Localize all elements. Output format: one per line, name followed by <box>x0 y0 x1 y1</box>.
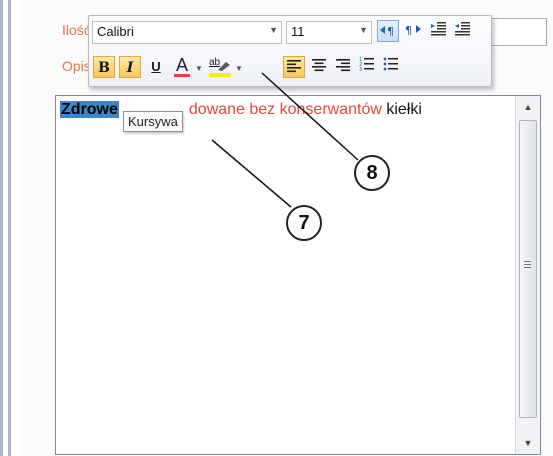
callout-7: 7 <box>286 205 322 241</box>
bullet-list-button[interactable] <box>380 56 402 78</box>
underline-button[interactable]: U <box>145 56 167 78</box>
align-left-button[interactable] <box>283 56 305 78</box>
decrease-indent-icon <box>455 22 470 36</box>
highlight-swatch <box>209 73 231 77</box>
align-right-button[interactable] <box>332 56 354 78</box>
mini-toolbar: Calibri ▼ 11 ▼ ¶ ¶ B I U A ▼ ab ▼ 1 2 3 <box>88 15 492 87</box>
rtl-icon: ¶ <box>405 24 421 37</box>
svg-text:3: 3 <box>359 67 362 72</box>
italic-button[interactable]: I <box>119 56 141 78</box>
opis-text-editor[interactable]: Zdrowe dowane bez konserwantów kiełki ▲ ▼ <box>55 95 541 455</box>
scroll-up-arrow-icon[interactable]: ▲ <box>516 102 540 112</box>
bold-button[interactable]: B <box>93 56 115 78</box>
ltr-icon: ¶ <box>380 25 394 38</box>
editor-text-dark: kiełki <box>381 101 422 118</box>
italic-tooltip: Kursywa <box>123 111 183 132</box>
selected-text[interactable]: Zdrowe <box>60 101 119 118</box>
ilosc-label: Ilość <box>62 22 91 38</box>
scroll-down-arrow-icon[interactable]: ▼ <box>516 438 540 448</box>
chevron-down-icon[interactable]: ▼ <box>269 25 278 35</box>
svg-text:¶: ¶ <box>405 24 412 36</box>
scrollbar-thumb[interactable] <box>519 120 537 418</box>
window-border-inner <box>8 0 11 456</box>
align-center-button[interactable] <box>308 56 330 78</box>
opis-label: Opis <box>62 58 91 74</box>
callout-8: 8 <box>354 155 390 191</box>
vertical-scrollbar[interactable]: ▲ ▼ <box>515 96 540 454</box>
increase-indent-icon <box>431 22 446 36</box>
svg-text:¶: ¶ <box>387 25 394 37</box>
font-color-button[interactable]: A <box>171 56 193 78</box>
align-right-icon <box>336 59 350 72</box>
numbered-list-button[interactable]: 123 <box>356 56 378 78</box>
numbered-list-icon: 123 <box>359 57 374 73</box>
editor-text-red: dowane bez konserwantów <box>188 101 382 118</box>
font-name-value: Calibri <box>97 24 134 39</box>
font-size-combo[interactable]: 11 ▼ <box>286 21 372 44</box>
align-center-icon <box>312 59 326 72</box>
font-size-value: 11 <box>291 24 305 39</box>
ilosc-field[interactable] <box>490 18 547 46</box>
chevron-down-icon[interactable]: ▼ <box>195 64 203 73</box>
window-border-left <box>0 0 3 456</box>
ltr-direction-button[interactable]: ¶ <box>377 20 399 42</box>
decrease-indent-button[interactable] <box>451 20 473 42</box>
highlighter-icon <box>218 62 230 71</box>
font-name-combo[interactable]: Calibri ▼ <box>92 21 282 44</box>
font-color-swatch <box>174 74 190 77</box>
highlight-button[interactable]: ab <box>207 56 233 78</box>
font-color-label: A <box>175 55 188 75</box>
chevron-down-icon[interactable]: ▼ <box>359 25 368 35</box>
chevron-down-icon[interactable]: ▼ <box>235 64 243 73</box>
increase-indent-button[interactable] <box>427 20 449 42</box>
bullet-list-icon <box>383 57 398 71</box>
editor-text-line: Zdrowe dowane bez konserwantów kiełki <box>60 101 422 119</box>
align-left-icon <box>287 60 301 73</box>
grip-icon <box>524 261 531 262</box>
rtl-direction-button[interactable]: ¶ <box>402 20 424 42</box>
